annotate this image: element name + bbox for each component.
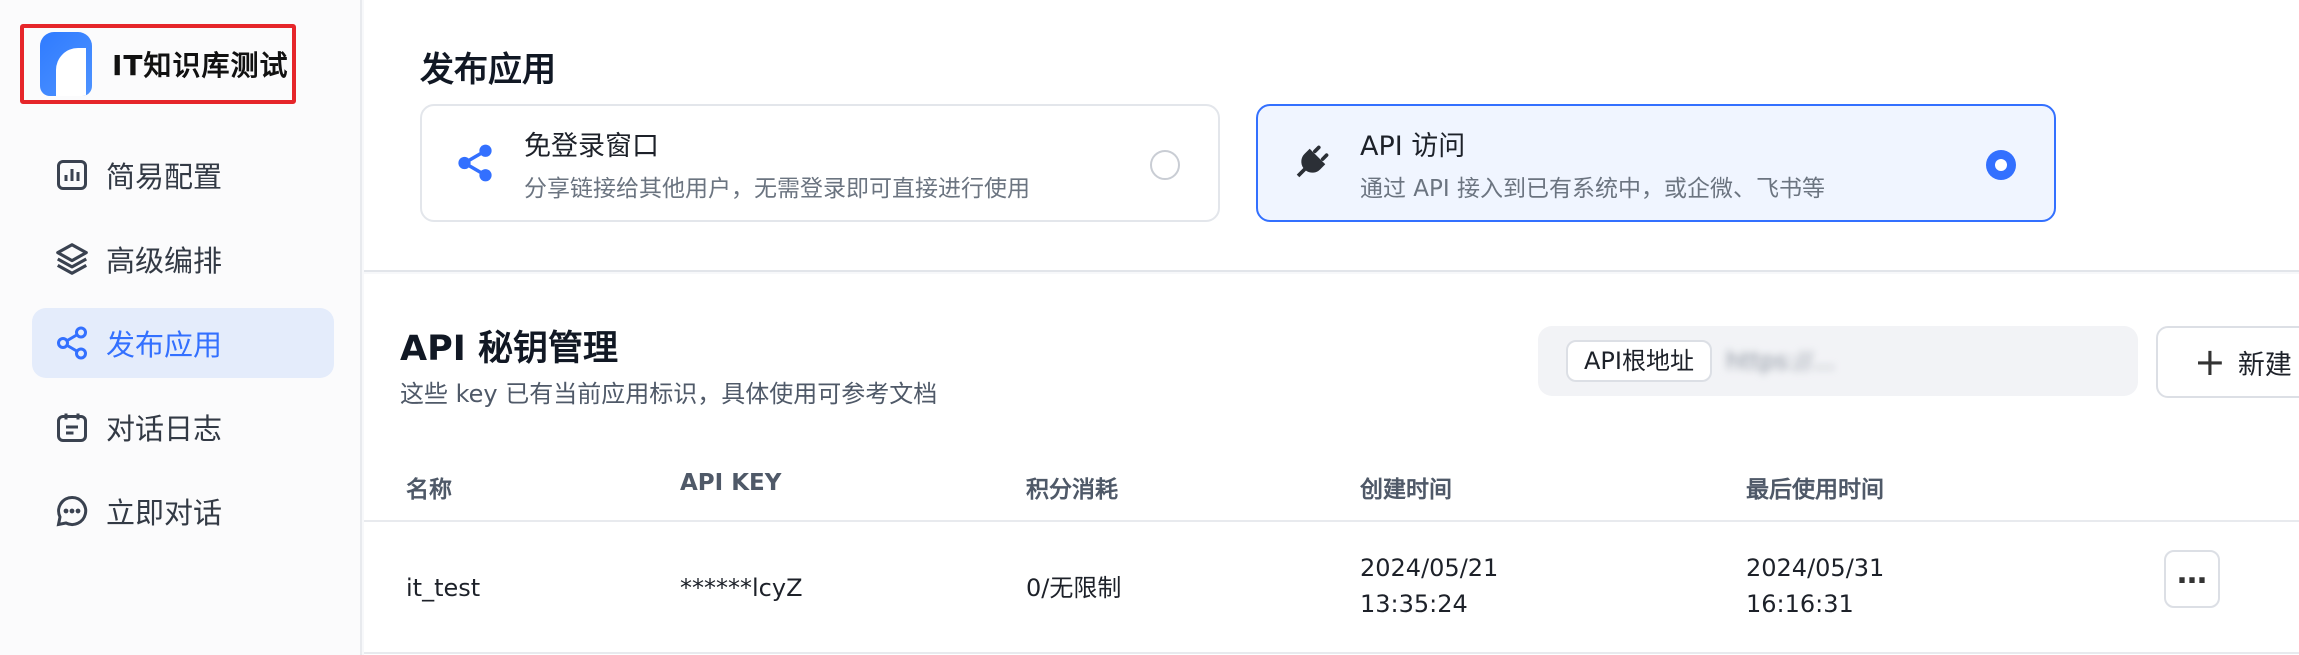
sidebar-item-label: 对话日志 xyxy=(106,412,223,446)
option-description: 分享链接给其他用户，无需登录即可直接进行使用 xyxy=(524,175,1030,202)
plus-icon: + xyxy=(2194,340,2226,384)
share-icon xyxy=(452,140,498,186)
key-name: it_test xyxy=(406,574,481,602)
last-used-time: 2024/05/31 16:16:31 xyxy=(1746,550,1884,622)
layers-icon xyxy=(52,239,92,279)
option-description: 通过 API 接入到已有系统中，或企微、飞书等 xyxy=(1360,175,1826,202)
page-title: 发布应用 xyxy=(420,50,556,90)
sidebar-item-chat-now[interactable]: 立即对话 xyxy=(32,476,334,546)
sidebar: IT知识库测试 简易配置 高级编排 发布应用 对话日志 立即对话 xyxy=(0,0,362,655)
sidebar-item-label: 高级编排 xyxy=(106,244,223,278)
sidebar-nav: 简易配置 高级编排 发布应用 对话日志 立即对话 xyxy=(32,140,334,560)
sidebar-item-advanced-orchestration[interactable]: 高级编排 xyxy=(32,224,334,294)
app-header[interactable]: IT知识库测试 xyxy=(20,24,296,104)
new-api-key-button[interactable]: + 新建 xyxy=(2156,326,2299,398)
publish-panel: 发布应用 免登录窗口 分享链接给其他用户，无需登录即可直接进行使用 API 访问… xyxy=(364,0,2299,272)
option-api-access[interactable]: API 访问 通过 API 接入到已有系统中，或企微、飞书等 xyxy=(1256,104,2056,222)
column-header-created: 创建时间 xyxy=(1360,477,1452,503)
column-header-last-used: 最后使用时间 xyxy=(1746,477,1884,503)
api-keys-title: API 秘钥管理 xyxy=(400,329,618,369)
created-time: 2024/05/21 13:35:24 xyxy=(1360,550,1498,622)
api-base-url-label: API根地址 xyxy=(1566,340,1712,382)
option-radio[interactable] xyxy=(1150,150,1180,180)
table-row: it_test ******lcyZ 0/无限制 2024/05/21 13:3… xyxy=(364,524,2299,654)
new-button-label: 新建 xyxy=(2237,349,2292,381)
option-title: API 访问 xyxy=(1360,130,1466,162)
sidebar-item-publish[interactable]: 发布应用 xyxy=(32,308,334,378)
row-more-button[interactable]: … xyxy=(2164,550,2220,608)
created-date: 2024/05/21 xyxy=(1360,554,1499,582)
sidebar-item-simple-config[interactable]: 简易配置 xyxy=(32,140,334,210)
calendar-log-icon xyxy=(52,407,92,447)
option-no-login-window[interactable]: 免登录窗口 分享链接给其他用户，无需登录即可直接进行使用 xyxy=(420,104,1220,222)
main-content: 发布应用 免登录窗口 分享链接给其他用户，无需登录即可直接进行使用 API 访问… xyxy=(364,0,2299,655)
column-header-api-key: API KEY xyxy=(680,470,782,496)
key-masked: ******lcyZ xyxy=(680,574,803,602)
api-base-url[interactable]: API根地址 https://... xyxy=(1538,326,2138,396)
sidebar-item-label: 立即对话 xyxy=(106,496,223,530)
api-base-url-value[interactable]: https://... xyxy=(1726,347,2106,375)
column-header-usage: 积分消耗 xyxy=(1026,477,1118,503)
sidebar-item-label: 发布应用 xyxy=(106,328,223,362)
last-used-clock: 16:16:31 xyxy=(1746,590,1854,618)
api-keys-subtitle: 这些 key 已有当前应用标识，具体使用可参考文档 xyxy=(400,380,938,408)
table-header: 名称 API KEY 积分消耗 创建时间 最后使用时间 xyxy=(364,458,2299,522)
plug-icon xyxy=(1288,140,1334,186)
bar-chart-icon xyxy=(52,155,92,195)
app-logo xyxy=(40,32,92,96)
last-used-date: 2024/05/31 xyxy=(1746,554,1885,582)
created-clock: 13:35:24 xyxy=(1360,590,1468,618)
option-title: 免登录窗口 xyxy=(524,130,659,162)
key-usage: 0/无限制 xyxy=(1026,574,1122,602)
column-header-name: 名称 xyxy=(406,477,452,503)
api-keys-panel: API 秘钥管理 这些 key 已有当前应用标识，具体使用可参考文档 API根地… xyxy=(364,274,2299,655)
more-dots-icon: … xyxy=(2177,556,2207,591)
option-radio-selected[interactable] xyxy=(1986,150,2016,180)
sidebar-item-label: 简易配置 xyxy=(106,160,223,194)
share-icon xyxy=(52,323,92,363)
sidebar-item-chat-logs[interactable]: 对话日志 xyxy=(32,392,334,462)
chat-bubble-icon xyxy=(52,491,92,531)
app-title: IT知识库测试 xyxy=(112,49,289,82)
